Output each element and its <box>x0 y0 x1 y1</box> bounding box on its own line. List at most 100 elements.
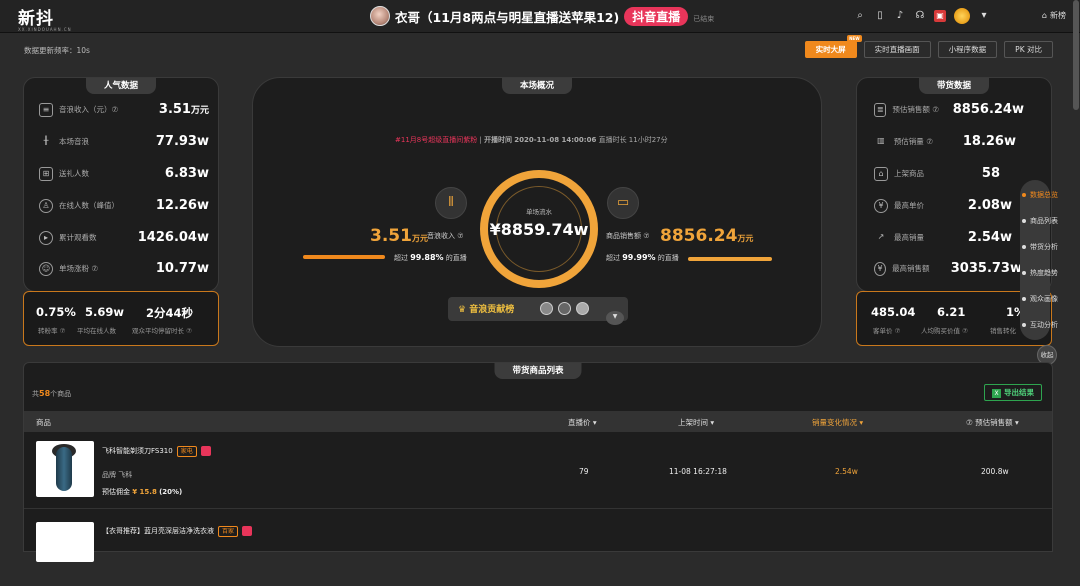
gift-icon[interactable]: ▣ <box>934 10 946 22</box>
nav-item-heat-trend[interactable]: 热度趋势 <box>1022 268 1058 278</box>
sub-label: 平均在线人数 <box>77 327 116 335</box>
excel-icon: X <box>992 388 1001 398</box>
commission-rate: (20%) <box>159 488 183 496</box>
live-status: 已结束 <box>693 15 715 23</box>
product-list-panel: 带货商品列表 共58个商品 X 导出结果 商品 直播价 ▾ 上架时间 ▾ 销量变化… <box>23 362 1053 562</box>
table-row[interactable]: 飞科智能剃须刀FS310 家电 品牌 飞科 预估佣金 ¥ 15.8 (20%) 7… <box>24 433 1052 509</box>
phone-icon[interactable]: ▯ <box>874 10 886 22</box>
gift-rank-bar[interactable]: ♛ 音浪贡献榜 ▼ <box>448 297 628 325</box>
product-name[interactable]: 【衣哥推荐】蓝月亮深层洁净洗衣液 <box>102 527 214 535</box>
start-time-label: 开播时间 <box>484 136 513 144</box>
tips-income-value: 3.51万元 <box>370 226 428 246</box>
sub-label: 人均购买价值 ⑦ <box>921 327 968 335</box>
newest-link[interactable]: ⌂ 新榜 <box>1042 10 1066 21</box>
product-name[interactable]: 飞科智能剃须刀FS310 <box>102 447 173 455</box>
logo-text: 新抖 <box>18 9 54 29</box>
product-image[interactable] <box>36 441 94 497</box>
newest-label: 新榜 <box>1050 11 1066 20</box>
headset-icon[interactable]: ☊ <box>914 10 926 22</box>
stat-row: ☺ 单场涨粉 ⑦ 10.77w <box>39 261 209 276</box>
table-row[interactable]: 【衣哥推荐】蓝月亮深层洁净洗衣液 百家 <box>24 510 1052 586</box>
avatar[interactable] <box>370 6 390 26</box>
chevron-down-icon[interactable]: ▼ <box>606 311 624 325</box>
export-button[interactable]: X 导出结果 <box>984 384 1042 401</box>
sub-label: 销售转化 <box>990 327 1016 335</box>
time-cell: 11-08 16:27:18 <box>669 467 727 476</box>
stat-label: 在线人数（峰值） <box>59 201 119 210</box>
tips-income-number: 3.51 <box>370 226 412 246</box>
sub-value: 2分44秒 <box>146 306 194 320</box>
stat-label: 送礼人数 <box>59 169 89 178</box>
search-icon[interactable]: ⌕ <box>854 10 866 22</box>
database-icon: ≡ <box>39 102 53 117</box>
shop-link-icon[interactable] <box>242 526 253 536</box>
yen-circle-icon: ¥ <box>874 261 887 276</box>
stat-label: 最高销量 <box>894 233 924 242</box>
stat-row: ⊞ 送礼人数 6.83w <box>39 166 209 181</box>
popularity-subpanel: 0.75% 转粉率 ⑦ 5.69w 平均在线人数 2分44秒 观众平均停留时长 … <box>23 291 219 346</box>
ring-value: ¥8859.74w <box>489 220 589 239</box>
column-sales-change[interactable]: 销量变化情况 ▾ <box>812 417 863 428</box>
stat-label: 预估销量 ⑦ <box>893 137 933 146</box>
stat-label: 预估销售额 ⑦ <box>892 105 939 114</box>
nav-label: 互动分析 <box>1030 321 1058 329</box>
nav-label: 带货分析 <box>1030 243 1058 251</box>
chevron-down-icon[interactable]: ▾ <box>978 10 990 22</box>
stat-row: ▸ 累计观看数 1426.04w <box>39 230 209 245</box>
store-icon: ⌂ <box>874 166 888 181</box>
nav-item-interaction[interactable]: 互动分析 <box>1022 320 1058 330</box>
stat-unit: 万元 <box>190 106 209 116</box>
beat-suffix: 的直播 <box>657 254 679 262</box>
live-video-button[interactable]: 实时直播画面 <box>863 41 931 58</box>
nav-item-sales-analysis[interactable]: 带货分析 <box>1022 242 1058 252</box>
page-scrollbar[interactable] <box>1073 0 1079 110</box>
shop-link-icon[interactable] <box>200 446 211 456</box>
sales-progress-bar <box>688 257 772 261</box>
avatar[interactable] <box>540 302 553 315</box>
avatar[interactable] <box>576 302 589 315</box>
yen-icon: ¥ <box>874 198 888 213</box>
stat-row: ¥ 最高单价 2.08w <box>874 198 1012 213</box>
beat-prefix: 超过 <box>606 254 620 262</box>
count-number: 58 <box>39 389 51 398</box>
mini-program-button[interactable]: 小程序数据 <box>937 41 998 58</box>
product-count: 共58个商品 <box>32 389 71 399</box>
avatar[interactable] <box>558 302 571 315</box>
stat-label: 最高销售额 <box>892 264 930 273</box>
sales-amount-value: 8856.24万元 <box>660 226 753 246</box>
nav-item-overview[interactable]: 数据总览 <box>1022 190 1058 200</box>
stat-value: 18.26w <box>962 134 1016 149</box>
sound-wave-icon: ╫ <box>43 135 49 145</box>
realtime-screen-button[interactable]: 实时大屏 NEW <box>804 35 862 58</box>
tips-beat-text: 超过 99.88% 的直播 <box>394 253 467 263</box>
stat-label: 本场音浪 <box>59 137 89 146</box>
user-icon[interactable] <box>954 8 970 24</box>
overview-title: 本场概况 <box>501 78 573 94</box>
gift-rank-title: ♛ 音浪贡献榜 <box>458 302 514 315</box>
nav-dot <box>1022 271 1026 275</box>
stat-label: 音浪收入（元）⑦ <box>59 105 119 114</box>
revenue-cell: 200.8w <box>981 467 1009 476</box>
column-time[interactable]: 上架时间 ▾ <box>678 417 714 428</box>
ring-label: 单场流水 <box>526 208 552 216</box>
stat-label: 最高单价 <box>894 201 924 210</box>
stat-value: 1426.04w <box>137 230 209 245</box>
nav-label: 观众画像 <box>1030 295 1058 303</box>
product-image[interactable] <box>36 522 94 562</box>
stat-value: 2.08w <box>967 198 1012 213</box>
product-name-line: 飞科智能剃须刀FS310 家电 <box>102 446 211 457</box>
stat-value: 2.54w <box>967 230 1012 245</box>
tips-beat-percent: 99.88% <box>410 253 444 262</box>
receipt-icon: ≣ <box>874 102 887 117</box>
column-revenue[interactable]: ⑦ 预估销售额 ▾ <box>966 417 1019 428</box>
sales-amount-number: 8856.24 <box>660 226 738 246</box>
column-price[interactable]: 直播价 ▾ <box>568 417 597 428</box>
nav-item-audience[interactable]: 观众画像 <box>1022 294 1058 304</box>
pk-compare-button[interactable]: PK 对比 <box>1004 41 1053 58</box>
tiktok-icon[interactable]: ♪ <box>894 10 906 22</box>
nav-item-products[interactable]: 商品列表 <box>1022 216 1058 226</box>
stat-value: 3.51万元 <box>159 102 209 117</box>
logo[interactable]: 新抖 XX.XINDOUAHN.CN <box>18 4 72 32</box>
stat-value: 3035.73w <box>950 261 1022 276</box>
live-tag[interactable]: #11月8号超级直播间紫粉 <box>395 136 477 144</box>
